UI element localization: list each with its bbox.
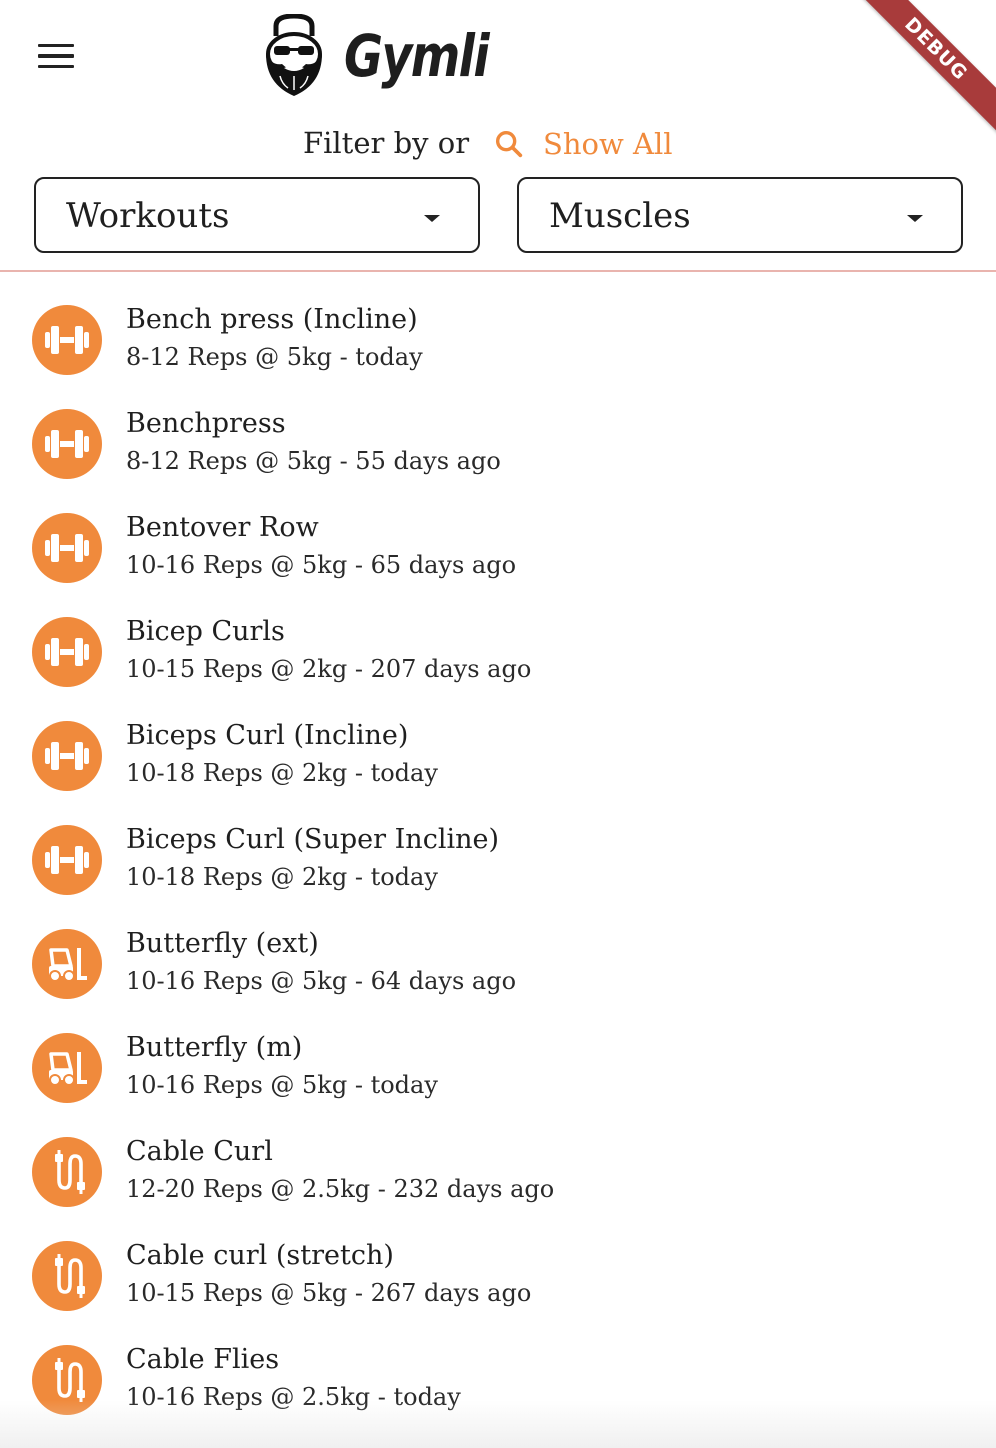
- exercise-list-item[interactable]: Cable curl (stretch) 10-15 Reps @ 5kg - 2…: [0, 1224, 996, 1328]
- cable-icon: [32, 1241, 102, 1311]
- cable-icon: [32, 1137, 102, 1207]
- exercise-detail: 8-12 Reps @ 5kg - today: [126, 343, 423, 371]
- exercise-detail: 10-16 Reps @ 5kg - 65 days ago: [126, 551, 517, 579]
- exercise-name: Bench press (Incline): [126, 304, 418, 335]
- exercise-list-item[interactable]: Butterfly (ext) 10-16 Reps @ 5kg - 64 day…: [0, 912, 996, 1016]
- exercise-list-item[interactable]: Biceps Curl (Super Incline) 10-18 Reps @ …: [0, 808, 996, 912]
- exercise-list-item[interactable]: Bentover Row 10-16 Reps @ 5kg - 65 days a…: [0, 496, 996, 600]
- exercise-list-item[interactable]: Cable Curl 12-20 Reps @ 2.5kg - 232 days …: [0, 1120, 996, 1224]
- app-screen: Gymli DEBUG Filter by or Show All Workou…: [0, 0, 996, 1448]
- filter-label: Filter by or: [303, 126, 470, 160]
- app-logo: Gymli: [258, 14, 520, 98]
- exercise-list-item[interactable]: Bicep Curls 10-15 Reps @ 2kg - 207 days a…: [0, 600, 996, 704]
- exercise-list-item[interactable]: Bench press (Incline) 8-12 Reps @ 5kg - t…: [0, 288, 996, 392]
- exercise-detail: 12-20 Reps @ 2.5kg - 232 days ago: [126, 1175, 555, 1203]
- show-all-button[interactable]: Show All: [492, 122, 673, 166]
- exercise-name: Cable Flies: [126, 1344, 280, 1375]
- exercise-list-item[interactable]: Butterfly (m) 10-16 Reps @ 5kg - today: [0, 1016, 996, 1120]
- exercise-name: Butterfly (m): [126, 1032, 303, 1063]
- workouts-dropdown-label: Workouts: [66, 196, 230, 236]
- chevron-down-icon: [424, 215, 440, 222]
- menu-icon-line: [38, 54, 74, 58]
- dumbbell-icon: [32, 721, 102, 791]
- exercise-name: Butterfly (ext): [126, 928, 319, 959]
- app-title: Gymli: [344, 22, 490, 90]
- hamburger-menu-button[interactable]: [22, 28, 90, 84]
- exercise-detail: 10-16 Reps @ 5kg - 64 days ago: [126, 967, 517, 995]
- exercise-name: Cable curl (stretch): [126, 1240, 394, 1271]
- workouts-dropdown[interactable]: Workouts: [34, 177, 480, 253]
- exercise-detail: 10-18 Reps @ 2kg - today: [126, 863, 438, 891]
- exercise-detail: 8-12 Reps @ 5kg - 55 days ago: [126, 447, 501, 475]
- dumbbell-icon: [32, 305, 102, 375]
- exercise-list-item[interactable]: Benchpress 8-12 Reps @ 5kg - 55 days ago: [0, 392, 996, 496]
- menu-icon-line: [38, 43, 74, 48]
- muscles-dropdown[interactable]: Muscles: [517, 177, 963, 253]
- show-all-label: Show All: [543, 127, 673, 161]
- exercise-name: Biceps Curl (Incline): [126, 720, 409, 751]
- exercise-name: Cable Curl: [126, 1136, 273, 1167]
- exercise-name: Benchpress: [126, 408, 286, 439]
- exercise-list-item[interactable]: Biceps Curl (Incline) 10-18 Reps @ 2kg - …: [0, 704, 996, 808]
- exercise-name: Biceps Curl (Super Incline): [126, 824, 499, 855]
- exercise-detail: 10-18 Reps @ 2kg - today: [126, 759, 438, 787]
- search-icon: [495, 130, 523, 158]
- dumbbell-icon: [32, 513, 102, 583]
- divider: [0, 270, 996, 272]
- exercise-detail: 10-15 Reps @ 2kg - 207 days ago: [126, 655, 532, 683]
- exercise-name: Bicep Curls: [126, 616, 285, 647]
- dumbbell-icon: [32, 825, 102, 895]
- exercise-detail: 10-15 Reps @ 5kg - 267 days ago: [126, 1279, 532, 1307]
- exercise-detail: 10-16 Reps @ 2.5kg - today: [126, 1383, 461, 1411]
- chevron-down-icon: [907, 215, 923, 222]
- exercise-list-item[interactable]: Cable Flies 10-16 Reps @ 2.5kg - today: [0, 1328, 996, 1432]
- dumbbell-icon: [32, 617, 102, 687]
- cable-icon: [32, 1345, 102, 1415]
- dumbbell-icon: [32, 409, 102, 479]
- muscles-dropdown-label: Muscles: [549, 196, 691, 236]
- exercise-detail: 10-16 Reps @ 5kg - today: [126, 1071, 438, 1099]
- menu-icon-line: [38, 64, 74, 69]
- machine-icon: [32, 929, 102, 999]
- exercise-name: Bentover Row: [126, 512, 319, 543]
- machine-icon: [32, 1033, 102, 1103]
- filter-row: Filter by or Show All: [0, 122, 996, 166]
- kettlebell-beard-logo-icon: [266, 14, 322, 96]
